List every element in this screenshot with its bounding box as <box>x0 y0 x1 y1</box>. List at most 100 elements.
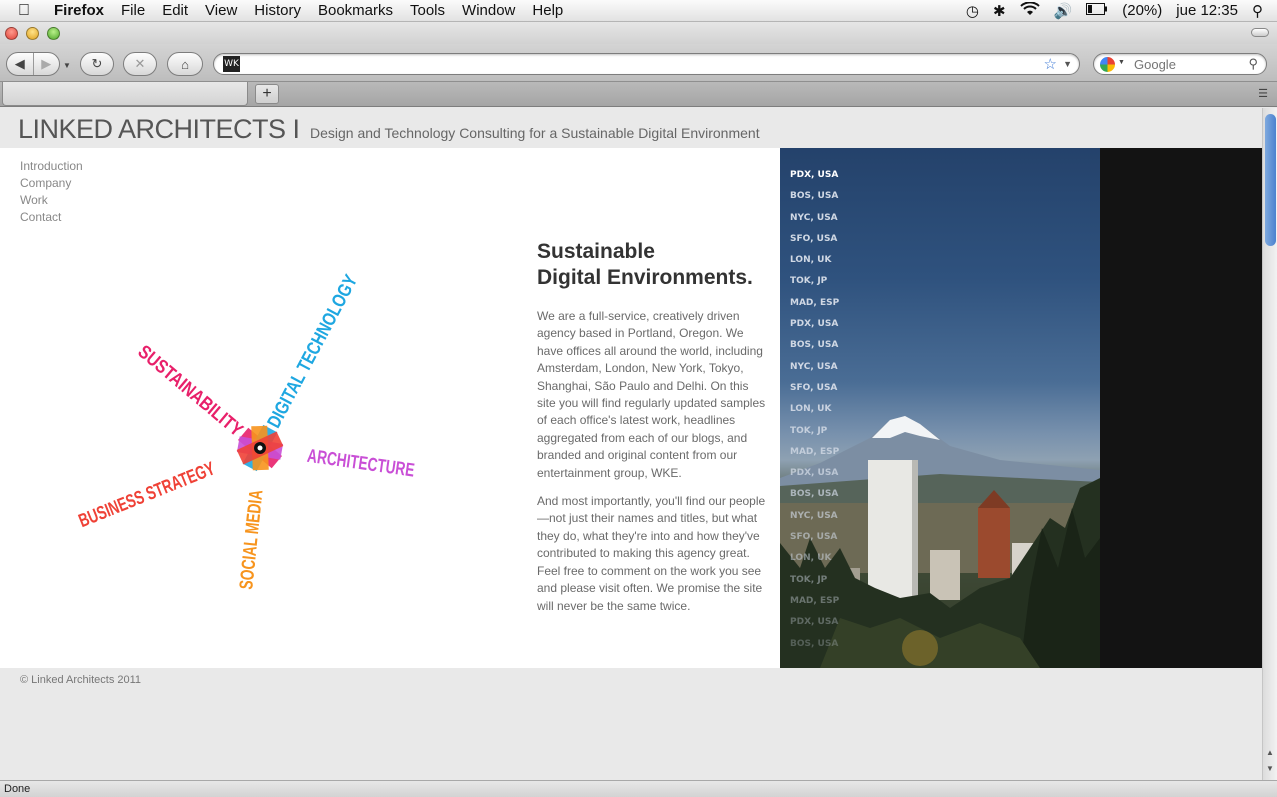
home-button[interactable]: ⌂ <box>167 52 203 76</box>
menu-help[interactable]: Help <box>532 2 563 19</box>
search-input[interactable] <box>1134 56 1244 72</box>
scrollbar-thumb[interactable] <box>1265 114 1276 246</box>
logo-word-social-media: SOCIAL MEDIA <box>236 489 267 591</box>
nav-introduction[interactable]: Introduction <box>20 158 83 175</box>
main-content: Introduction Company Work Contact SUSTAI… <box>0 148 780 668</box>
minimize-window-button[interactable] <box>26 27 39 40</box>
city-item[interactable]: MAD, ESP <box>790 591 839 612</box>
city-item[interactable]: BOS, USA <box>790 634 839 655</box>
menu-window[interactable]: Window <box>462 2 515 19</box>
status-bar: Done <box>0 780 1277 797</box>
tab-active[interactable] <box>2 82 248 106</box>
search-engine-dropdown-icon[interactable]: ▼ <box>1118 59 1125 66</box>
city-item[interactable]: LON, UK <box>790 548 839 569</box>
city-item[interactable]: LON, UK <box>790 250 839 271</box>
search-bar: ▼ ⚲ <box>1093 53 1267 75</box>
city-item[interactable]: MAD, ESP <box>790 442 839 463</box>
back-forward-group: ◀ ▶ <box>6 52 60 76</box>
menu-edit[interactable]: Edit <box>162 2 188 19</box>
os-menubar:  Firefox File Edit View History Bookmar… <box>0 0 1277 22</box>
city-item[interactable]: PDX, USA <box>790 165 839 186</box>
menu-tools[interactable]: Tools <box>410 2 445 19</box>
city-item[interactable]: MAD, ESP <box>790 293 839 314</box>
site-footer: © Linked Architects 2011 <box>20 674 142 686</box>
browser-toolbar: ◀ ▶ ▼ ↻ ✕ ⌂ WK ☆ ▼ ▼ ⚲ <box>0 44 1277 82</box>
zoom-window-button[interactable] <box>47 27 60 40</box>
headline-line-1: Sustainable <box>537 240 655 263</box>
city-item[interactable]: BOS, USA <box>790 186 839 207</box>
portland-skyline-photo: PDX, USA BOS, USA NYC, USA SFO, USA LON, UK T… <box>780 148 1100 668</box>
clock[interactable]: jue 12:35 <box>1176 2 1238 19</box>
site-header: LINKED ARCHITECTS I Design and Technolog… <box>18 114 760 145</box>
logo-word-architecture: ARCHITECTURE <box>306 446 416 482</box>
time-machine-icon[interactable]: ◷ <box>966 2 979 20</box>
close-window-button[interactable] <box>5 27 18 40</box>
city-item[interactable]: BOS, USA <box>790 335 839 356</box>
toolbar-toggle-button[interactable] <box>1251 28 1269 37</box>
city-item[interactable]: SFO, USA <box>790 527 839 548</box>
site-favicon: WK <box>223 56 240 72</box>
battery-icon[interactable] <box>1086 2 1108 19</box>
city-item[interactable]: NYC, USA <box>790 357 839 378</box>
city-item[interactable]: LON, UK <box>790 399 839 420</box>
menubar-extras: ◷ ✱ 🔊 (20%) jue 12:35 ⚲ <box>966 0 1263 20</box>
wifi-icon[interactable] <box>1019 0 1040 20</box>
logo-word-business-strategy: BUSINESS STRATEGY <box>76 458 219 532</box>
apple-icon[interactable]:  <box>18 2 38 20</box>
url-dropdown-icon[interactable]: ▼ <box>1063 59 1072 69</box>
scroll-up-icon[interactable]: ▲ <box>1266 748 1274 757</box>
city-item[interactable]: TOK, JP <box>790 271 839 292</box>
site-title[interactable]: LINKED ARCHITECTS I <box>18 114 300 144</box>
city-item[interactable]: SFO, USA <box>790 229 839 250</box>
url-bar[interactable]: WK ☆ ▼ <box>213 53 1080 75</box>
dark-side-panel <box>1100 148 1262 668</box>
menu-view[interactable]: View <box>205 2 237 19</box>
city-item[interactable]: TOK, JP <box>790 421 839 442</box>
page-scrollbar[interactable]: ▲ ▼ <box>1262 108 1277 780</box>
tab-list-icon[interactable]: ☰ <box>1255 87 1271 101</box>
logo-word-digital-technology: DIGITAL TECHNOLOGY <box>264 271 362 431</box>
bookmark-star-icon[interactable]: ☆ <box>1044 55 1057 73</box>
battery-percent: (20%) <box>1122 2 1163 19</box>
starburst-logo: SUSTAINABILITY DIGITAL TECHNOLOGY ARCHIT… <box>76 271 416 591</box>
city-item[interactable]: NYC, USA <box>790 506 839 527</box>
office-city-list: PDX, USA BOS, USA NYC, USA SFO, USA LON, UK T… <box>790 165 839 655</box>
reload-button[interactable]: ↻ <box>80 52 114 76</box>
tab-bar: + ☰ <box>0 82 1277 107</box>
bluetooth-icon[interactable]: ✱ <box>993 2 1006 20</box>
site-tagline: Design and Technology Consulting for a S… <box>310 125 760 141</box>
volume-icon[interactable]: 🔊 <box>1054 2 1073 20</box>
back-button[interactable]: ◀ <box>7 56 33 72</box>
spotlight-icon[interactable]: ⚲ <box>1252 2 1263 20</box>
city-item[interactable]: PDX, USA <box>790 463 839 484</box>
nav-contact[interactable]: Contact <box>20 209 83 226</box>
headline-line-2: Digital Environments. <box>537 266 753 289</box>
forward-button[interactable]: ▶ <box>33 56 59 72</box>
city-item[interactable]: PDX, USA <box>790 314 839 335</box>
intro-paragraph-1: We are a full-service, creatively driven… <box>537 309 766 480</box>
menu-history[interactable]: History <box>254 2 301 19</box>
headline: Sustainable Digital Environments. <box>537 239 753 291</box>
nav-work[interactable]: Work <box>20 192 83 209</box>
page-viewport: LINKED ARCHITECTS I Design and Technolog… <box>0 108 1262 780</box>
google-icon[interactable] <box>1100 57 1115 72</box>
city-item[interactable]: BOS, USA <box>790 484 839 505</box>
menu-file[interactable]: File <box>121 2 145 19</box>
scroll-down-icon[interactable]: ▼ <box>1266 764 1274 773</box>
intro-paragraph-2: And most importantly, you'll find our pe… <box>537 494 766 613</box>
stop-button[interactable]: ✕ <box>123 52 157 76</box>
window-titlebar <box>0 22 1277 44</box>
menu-app[interactable]: Firefox <box>54 2 104 19</box>
intro-text: We are a full-service, creatively driven… <box>537 308 769 626</box>
city-item[interactable]: TOK, JP <box>790 570 839 591</box>
search-icon[interactable]: ⚲ <box>1248 56 1258 72</box>
new-tab-button[interactable]: + <box>255 84 279 104</box>
city-item[interactable]: PDX, USA <box>790 612 839 633</box>
city-item[interactable]: SFO, USA <box>790 378 839 399</box>
city-item[interactable]: NYC, USA <box>790 208 839 229</box>
site-nav: Introduction Company Work Contact <box>20 158 83 226</box>
history-dropdown-icon[interactable]: ▼ <box>63 61 71 70</box>
logo-word-sustainability: SUSTAINABILITY <box>134 341 247 441</box>
menu-bookmarks[interactable]: Bookmarks <box>318 2 393 19</box>
nav-company[interactable]: Company <box>20 175 83 192</box>
